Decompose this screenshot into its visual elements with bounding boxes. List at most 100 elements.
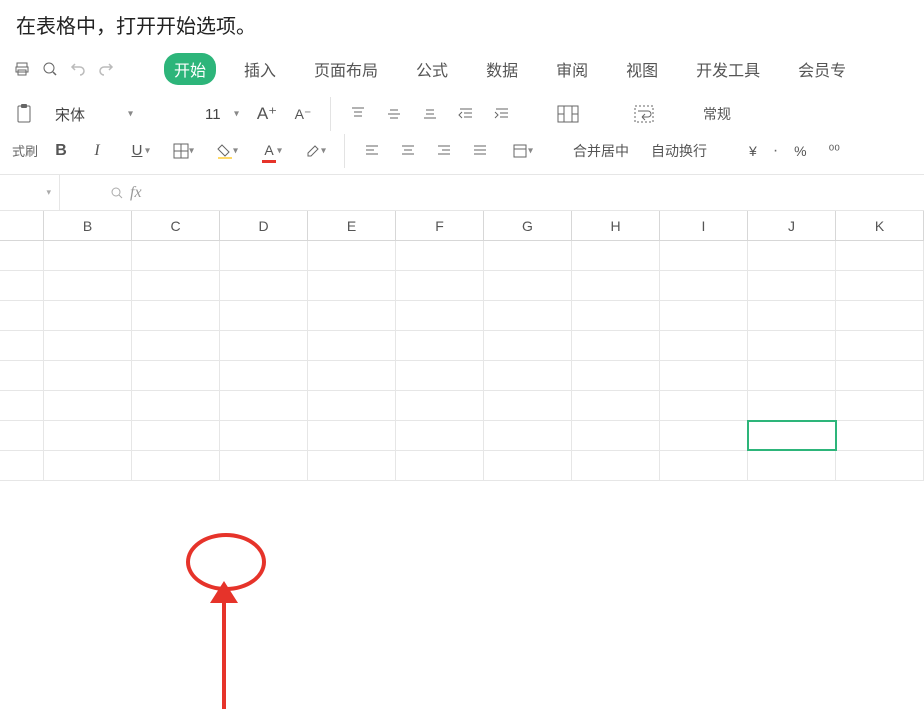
- cell[interactable]: [484, 301, 572, 330]
- fx-label[interactable]: fx: [130, 184, 142, 202]
- column-header[interactable]: D: [220, 211, 308, 240]
- redo-icon[interactable]: [96, 59, 116, 79]
- merge-cells-icon[interactable]: [555, 101, 581, 127]
- number-format-select[interactable]: 常规: [697, 102, 737, 126]
- cell[interactable]: [484, 361, 572, 390]
- cell[interactable]: [660, 241, 748, 270]
- tab-insert[interactable]: 插入: [234, 53, 286, 85]
- cell[interactable]: [748, 331, 836, 360]
- cell[interactable]: [660, 301, 748, 330]
- orientation-icon[interactable]: [503, 138, 537, 164]
- cell[interactable]: [396, 391, 484, 420]
- column-header[interactable]: E: [308, 211, 396, 240]
- cell[interactable]: [836, 451, 924, 480]
- cell[interactable]: [484, 271, 572, 300]
- formula-input[interactable]: [192, 175, 924, 210]
- column-header[interactable]: B: [44, 211, 132, 240]
- cell[interactable]: [132, 361, 220, 390]
- print-icon[interactable]: [12, 59, 32, 79]
- tab-start[interactable]: 开始: [164, 53, 216, 85]
- cell[interactable]: [44, 391, 132, 420]
- cell[interactable]: [396, 241, 484, 270]
- cell[interactable]: [44, 421, 132, 450]
- bold-icon[interactable]: B: [48, 138, 74, 164]
- cell[interactable]: [308, 421, 396, 450]
- cell[interactable]: [308, 331, 396, 360]
- cell[interactable]: [220, 391, 308, 420]
- cell[interactable]: [44, 331, 132, 360]
- cell[interactable]: [836, 421, 924, 450]
- italic-icon[interactable]: I: [84, 138, 110, 164]
- zoom-icon[interactable]: [110, 186, 124, 200]
- cell[interactable]: [396, 331, 484, 360]
- align-bottom-icon[interactable]: [417, 101, 443, 127]
- cell[interactable]: [572, 391, 660, 420]
- cell[interactable]: [660, 421, 748, 450]
- cell[interactable]: [132, 301, 220, 330]
- wrap-text-button[interactable]: 自动换行: [645, 139, 713, 163]
- cell[interactable]: [836, 391, 924, 420]
- cell[interactable]: [132, 451, 220, 480]
- cell[interactable]: [748, 421, 836, 450]
- undo-icon[interactable]: [68, 59, 88, 79]
- increase-indent-icon[interactable]: [489, 101, 515, 127]
- cell[interactable]: [484, 241, 572, 270]
- column-header[interactable]: F: [396, 211, 484, 240]
- fill-color-icon[interactable]: [208, 138, 242, 164]
- tab-formula[interactable]: 公式: [406, 53, 458, 85]
- cell[interactable]: [220, 301, 308, 330]
- cell[interactable]: [572, 301, 660, 330]
- format-painter-label[interactable]: 式刷: [12, 141, 38, 160]
- cell[interactable]: [132, 271, 220, 300]
- row-header[interactable]: [0, 331, 44, 360]
- tab-member[interactable]: 会员专: [788, 53, 856, 85]
- cell[interactable]: [308, 271, 396, 300]
- cell[interactable]: [396, 361, 484, 390]
- cell[interactable]: [220, 451, 308, 480]
- cell[interactable]: [44, 241, 132, 270]
- cell[interactable]: [396, 271, 484, 300]
- cell[interactable]: [396, 451, 484, 480]
- cell[interactable]: [572, 241, 660, 270]
- thousands-button[interactable]: ⁰⁰: [823, 140, 846, 161]
- cell[interactable]: [132, 421, 220, 450]
- row-header[interactable]: [0, 361, 44, 390]
- justify-icon[interactable]: [467, 138, 493, 164]
- row-header[interactable]: [0, 451, 44, 480]
- increase-font-icon[interactable]: A⁺: [254, 101, 280, 127]
- tab-page-layout[interactable]: 页面布局: [304, 53, 388, 85]
- column-header[interactable]: K: [836, 211, 924, 240]
- currency-button[interactable]: ¥: [743, 141, 763, 161]
- cell[interactable]: [308, 451, 396, 480]
- wrap-text-icon[interactable]: [631, 101, 657, 127]
- cell[interactable]: [132, 241, 220, 270]
- align-right-icon[interactable]: [431, 138, 457, 164]
- preview-icon[interactable]: [40, 59, 60, 79]
- cell[interactable]: [484, 421, 572, 450]
- row-header[interactable]: [0, 241, 44, 270]
- column-header[interactable]: J: [748, 211, 836, 240]
- cell[interactable]: [660, 391, 748, 420]
- cell[interactable]: [572, 271, 660, 300]
- column-header[interactable]: I: [660, 211, 748, 240]
- cell[interactable]: [836, 331, 924, 360]
- cell[interactable]: [836, 301, 924, 330]
- cell[interactable]: [660, 451, 748, 480]
- row-header[interactable]: [0, 271, 44, 300]
- row-header[interactable]: [0, 301, 44, 330]
- merge-center-button[interactable]: 合并居中: [567, 139, 635, 163]
- borders-icon[interactable]: [164, 138, 198, 164]
- name-box[interactable]: ▾: [0, 175, 60, 210]
- cell[interactable]: [308, 241, 396, 270]
- cell[interactable]: [220, 241, 308, 270]
- cell[interactable]: [484, 331, 572, 360]
- cell[interactable]: [748, 301, 836, 330]
- tab-developer[interactable]: 开发工具: [686, 53, 770, 85]
- cell[interactable]: [748, 391, 836, 420]
- cell[interactable]: [484, 391, 572, 420]
- cell[interactable]: [836, 271, 924, 300]
- font-family-select[interactable]: 宋体: [48, 101, 138, 128]
- column-header[interactable]: C: [132, 211, 220, 240]
- cell[interactable]: [44, 301, 132, 330]
- cell[interactable]: [220, 421, 308, 450]
